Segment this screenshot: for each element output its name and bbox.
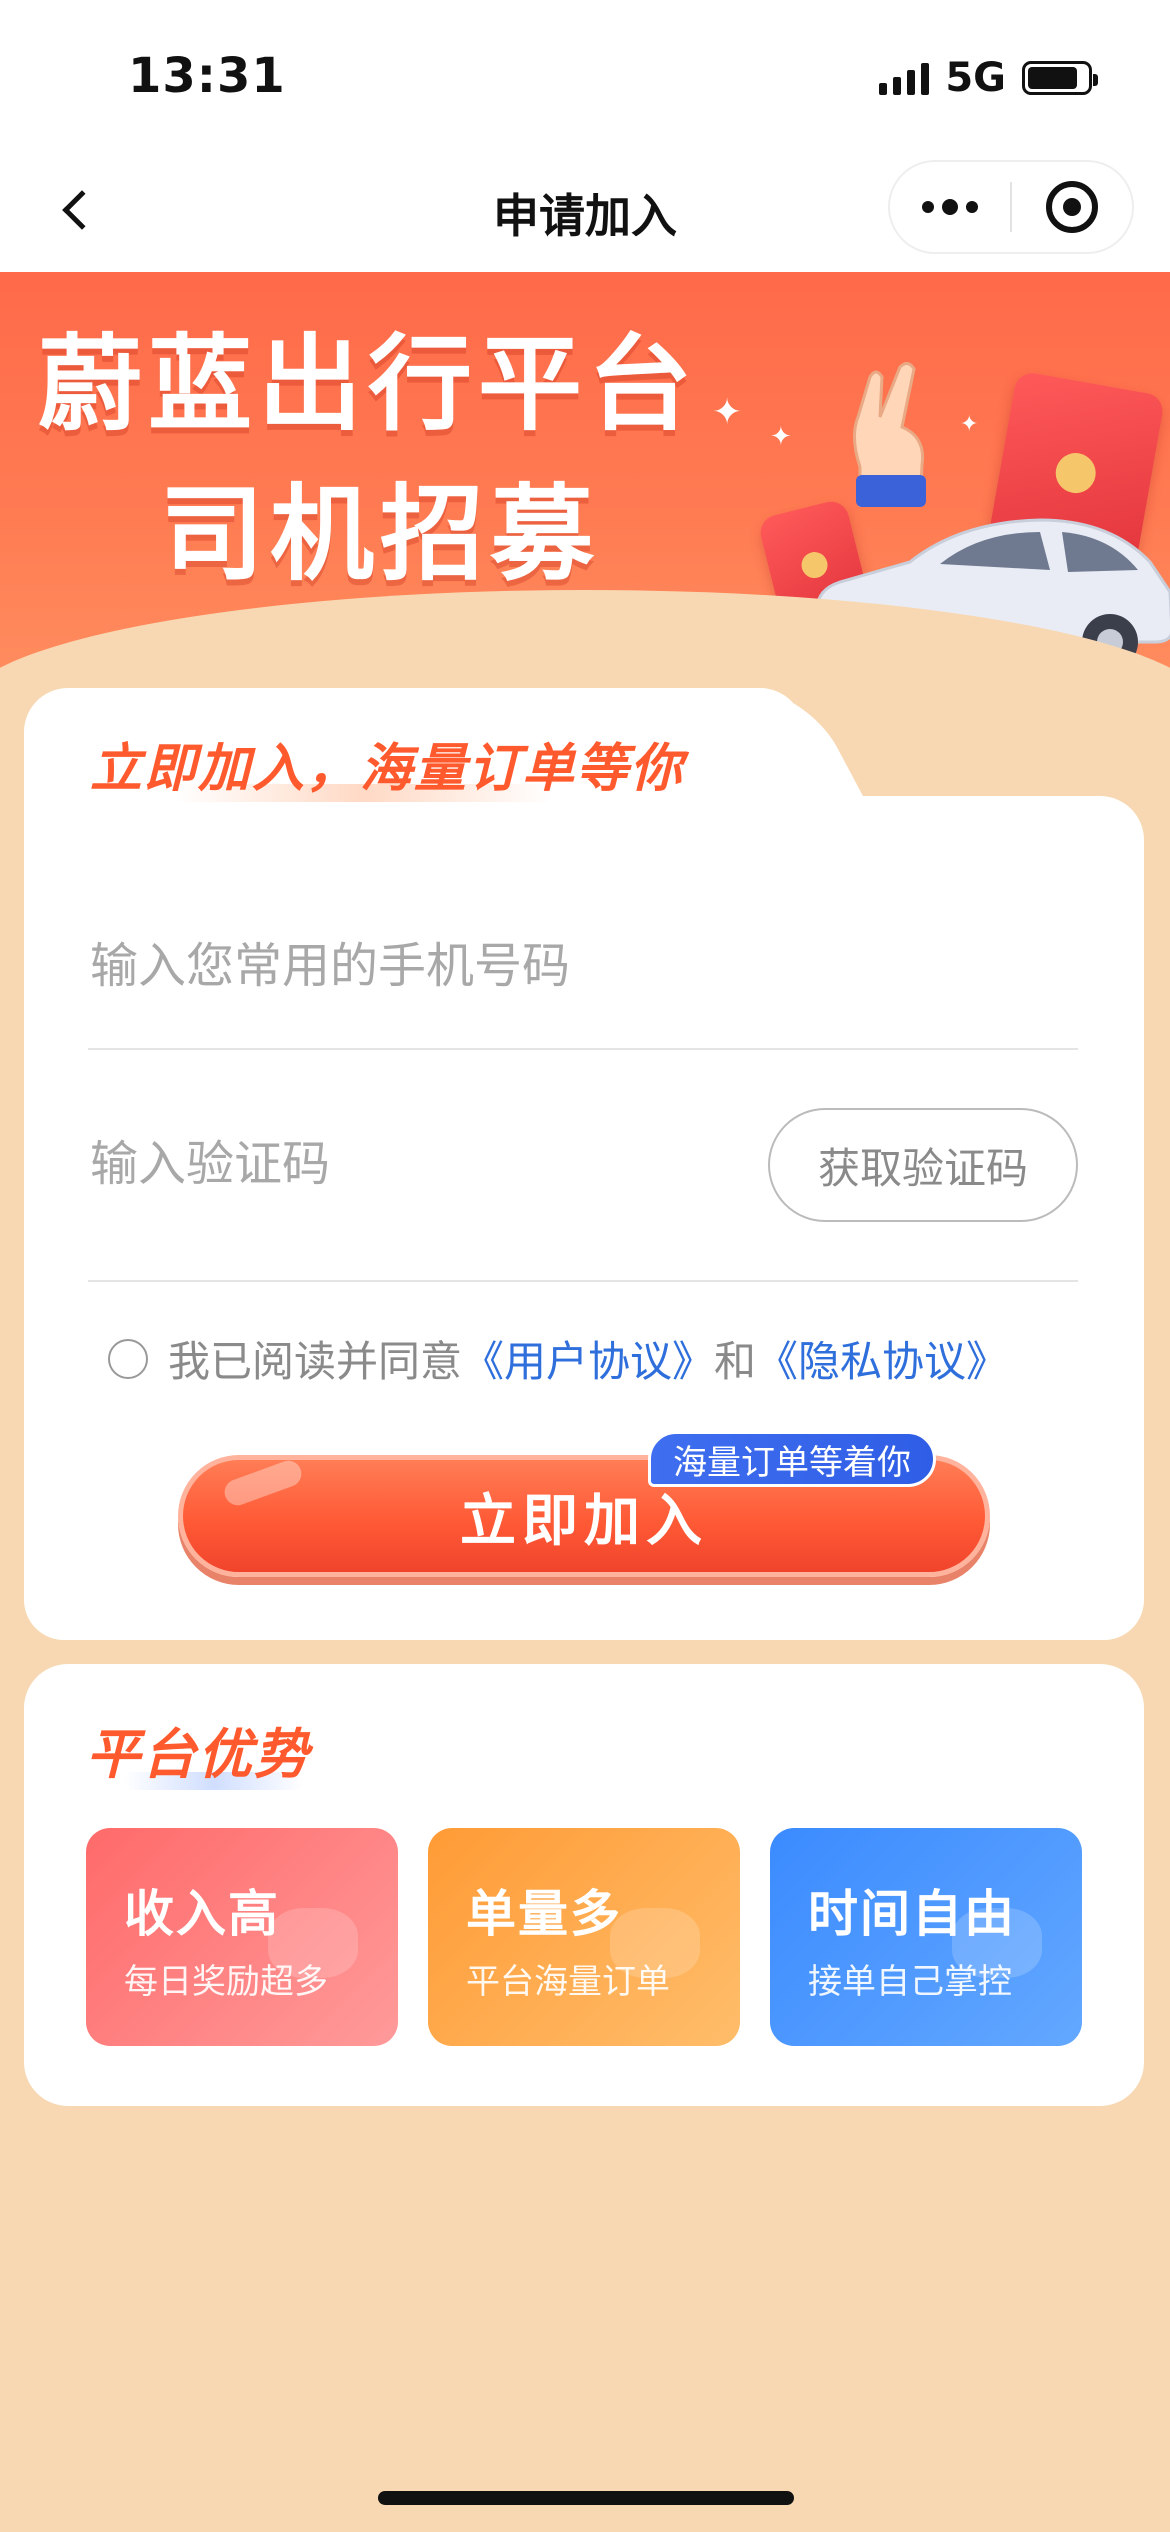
join-now-label: 立即加入 [460,1488,708,1554]
sparkle-icon: ✦ [770,422,792,452]
platform-advantages-card: 平台优势 收入高 每日奖励超多 单量多 平台海量订单 时间自由 接单自己掌控 [24,1664,1144,2106]
advantage-subtitle: 平台海量订单 [466,1962,670,2002]
agreement-row: 我已阅读并同意 《用户协议》 和 《隐私协议》 [108,1328,1008,1389]
home-indicator[interactable] [378,2491,794,2505]
banner-title-line1: 蔚蓝出行平台 [38,323,699,445]
phone-input-divider [88,1048,1078,1050]
advantage-tile-orders: 单量多 平台海量订单 [428,1828,740,2046]
more-dots-icon [922,201,934,213]
button-gloss [220,1457,306,1509]
sparkle-icon: ✦ [960,412,979,437]
advantage-title: 单量多 [466,1885,622,1943]
hand-gesture-icon [853,362,926,507]
advantage-subtitle: 每日奖励超多 [124,1962,328,2002]
signal-icon [879,61,930,95]
get-code-button[interactable]: 获取验证码 [768,1108,1078,1222]
status-icons: 5G [879,52,1098,104]
advantage-tile-flexible-time: 时间自由 接单自己掌控 [770,1828,1082,2046]
advantage-title: 时间自由 [808,1885,1016,1943]
battery-icon [1022,61,1098,95]
banner-title-line2: 司机招募 [160,473,601,595]
phone-input[interactable] [90,938,790,994]
advantage-tile-income: 收入高 每日奖励超多 [86,1828,398,2046]
agree-text: 我已阅读并同意 [168,1337,463,1386]
form-heading: 立即加入，海量订单等你 [90,739,685,799]
more-button[interactable] [890,162,1010,252]
code-input-divider [88,1280,1078,1282]
agree-checkbox[interactable] [108,1338,148,1379]
network-type: 5G [945,55,1006,101]
status-time: 13:31 [128,48,286,104]
sparkle-icon: ✦ [712,392,743,433]
nav-bar: 申请加入 [0,150,1170,272]
privacy-agreement-link[interactable]: 《隐私协议》 [756,1328,1008,1389]
miniprogram-capsule [888,160,1134,254]
advantage-title: 收入高 [124,1885,280,1943]
signup-form-card: 立即加入，海量订单等你 获取验证码 我已阅读并同意 《用户协议》 和 《隐私协议… [24,688,1144,1640]
user-agreement-link[interactable]: 《用户协议》 [462,1328,714,1389]
status-bar: 13:31 5G [0,0,1170,150]
verification-code-input[interactable] [90,1136,690,1192]
advantages-title: 平台优势 [86,1723,310,1786]
close-miniprogram-button[interactable] [1012,162,1132,252]
join-badge: 海量订单等着你 [648,1431,936,1487]
target-icon [1045,181,1098,233]
and-text: 和 [714,1337,757,1386]
advantage-subtitle: 接单自己掌控 [808,1962,1012,2002]
